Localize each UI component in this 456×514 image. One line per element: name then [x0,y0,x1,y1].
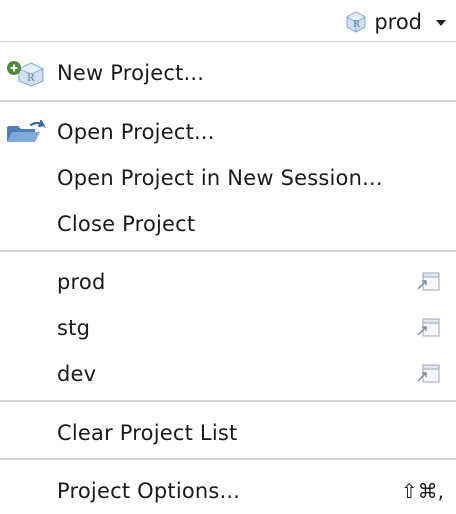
recent-project-label: prod [57,270,106,294]
svg-text:R: R [27,73,35,84]
keyboard-shortcut: ⇧⌘, [400,479,444,503]
current-project-name: prod [374,10,422,34]
menu-item-label: Open Project... [57,120,215,144]
recent-project-item[interactable]: stg [0,305,456,351]
caret-down-icon [436,20,446,26]
recent-project-item[interactable]: prod [0,259,456,305]
menu-item-label: Project Options... [57,479,241,503]
recent-project-label: stg [57,316,91,340]
open-folder-icon [5,119,49,149]
open-in-new-session-icon[interactable] [416,364,440,384]
project-menu-button[interactable]: R prod [346,7,446,37]
menu-item-new-project[interactable]: R New Project... [0,50,456,96]
project-menu: R New Project... Open Project... Open Pr… [0,42,456,514]
menu-item-label: New Project... [57,61,205,85]
menu-item-open-project-new-session[interactable]: Open Project in New Session... [0,155,456,201]
rproj-cube-icon: R [346,11,367,33]
menu-separator [0,400,456,402]
menu-item-label: Clear Project List [57,421,238,445]
menu-separator [0,100,456,102]
svg-text:R: R [353,20,360,30]
project-toolbar: R prod [0,0,456,42]
menu-separator [0,458,456,460]
menu-separator [0,250,456,252]
menu-item-clear-project-list[interactable]: Clear Project List [0,410,456,456]
recent-project-item[interactable]: dev [0,351,456,397]
open-in-new-session-icon[interactable] [416,318,440,338]
new-project-icon: R [5,59,47,91]
recent-project-label: dev [57,362,97,386]
menu-item-close-project[interactable]: Close Project [0,201,456,247]
menu-item-open-project[interactable]: Open Project... [0,109,456,155]
menu-item-label: Open Project in New Session... [57,166,383,190]
menu-item-project-options[interactable]: Project Options... ⇧⌘, [0,468,456,514]
open-in-new-session-icon[interactable] [416,272,440,292]
menu-item-label: Close Project [57,212,196,236]
